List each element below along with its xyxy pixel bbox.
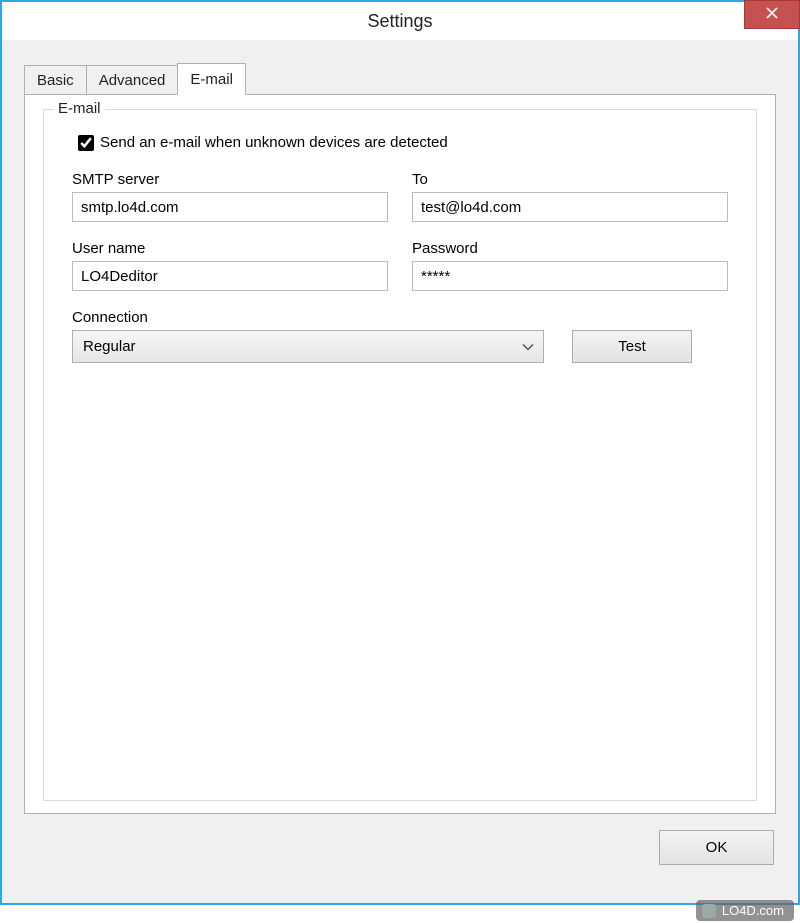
password-field: Password <box>412 240 728 291</box>
form-grid: SMTP server To User name Password <box>72 171 728 291</box>
group-legend: E-mail <box>54 100 105 117</box>
username-input[interactable] <box>72 261 388 291</box>
smtp-field: SMTP server <box>72 171 388 222</box>
password-input[interactable] <box>412 261 728 291</box>
smtp-label: SMTP server <box>72 171 388 188</box>
footer: OK <box>24 814 776 865</box>
connection-select[interactable]: Regular <box>72 330 544 363</box>
send-email-checkbox-row: Send an e-mail when unknown devices are … <box>78 134 728 151</box>
connection-label: Connection <box>72 309 728 326</box>
email-group: E-mail Send an e-mail when unknown devic… <box>43 109 757 801</box>
test-button[interactable]: Test <box>572 330 692 363</box>
ok-button[interactable]: OK <box>659 830 774 865</box>
to-field: To <box>412 171 728 222</box>
username-label: User name <box>72 240 388 257</box>
tabs: Basic Advanced E-mail <box>24 62 776 94</box>
connection-row: Connection Regular Test <box>72 309 728 363</box>
settings-window: Settings Basic Advanced E-mail E-mail Se… <box>0 0 800 905</box>
titlebar: Settings <box>2 2 798 40</box>
tab-panel-email: E-mail Send an e-mail when unknown devic… <box>24 94 776 814</box>
smtp-input[interactable] <box>72 192 388 222</box>
connection-controls: Regular Test <box>72 330 728 363</box>
tab-basic[interactable]: Basic <box>24 65 87 95</box>
content-area: Basic Advanced E-mail E-mail Send an e-m… <box>2 40 798 903</box>
watermark: LO4D.com <box>696 900 794 921</box>
to-label: To <box>412 171 728 188</box>
username-field: User name <box>72 240 388 291</box>
watermark-text: LO4D.com <box>722 903 784 918</box>
tab-advanced[interactable]: Advanced <box>86 65 179 95</box>
send-email-checkbox[interactable] <box>78 135 94 151</box>
password-label: Password <box>412 240 728 257</box>
to-input[interactable] <box>412 192 728 222</box>
close-icon <box>766 6 778 23</box>
tab-email[interactable]: E-mail <box>177 63 246 95</box>
close-button[interactable] <box>744 0 800 29</box>
window-title: Settings <box>367 11 432 32</box>
send-email-checkbox-label[interactable]: Send an e-mail when unknown devices are … <box>100 134 448 151</box>
connection-select-wrap: Regular <box>72 330 544 363</box>
